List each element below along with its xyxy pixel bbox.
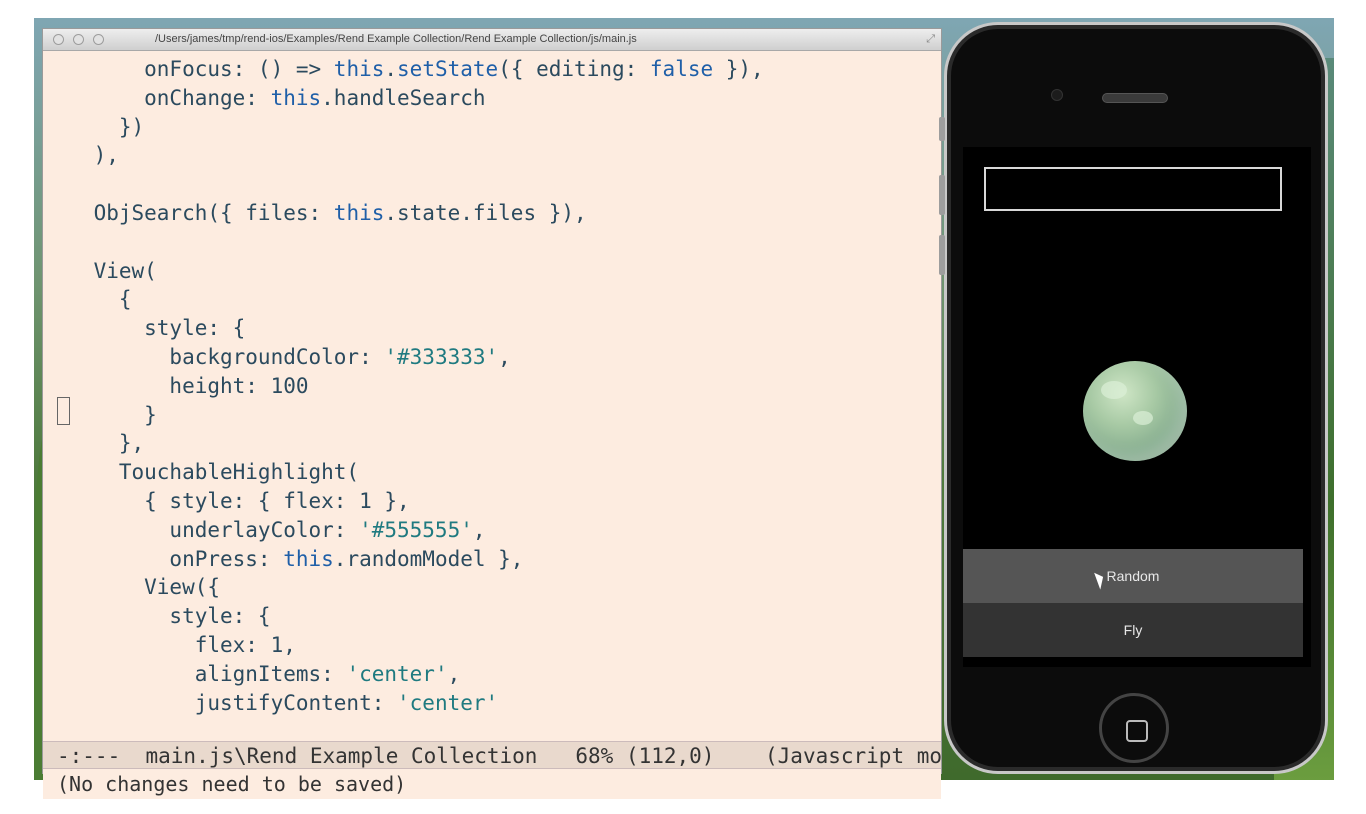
code-keyword: this xyxy=(333,201,385,225)
mute-switch[interactable] xyxy=(939,117,945,141)
code-line: height: 100 xyxy=(43,372,309,400)
code-text: .handleSearch xyxy=(321,85,486,110)
minibuffer[interactable]: (No changes need to be saved) xyxy=(43,769,941,799)
code-line: TouchableHighlight( xyxy=(43,458,359,486)
home-button[interactable] xyxy=(1099,693,1169,763)
code-text: . xyxy=(384,57,398,81)
code-line: View( xyxy=(43,257,157,285)
code-text: .randomModel }, xyxy=(333,546,524,571)
code-line: ObjSearch({ files: this.state.files }), xyxy=(43,199,587,227)
code-line: }, xyxy=(43,429,144,457)
code-line: justifyContent: 'center' xyxy=(43,689,498,717)
minimize-window-button[interactable] xyxy=(73,34,84,45)
code-line: onPress: this.randomModel }, xyxy=(43,545,523,573)
code-line: { xyxy=(43,285,132,313)
code-string: '#555555' xyxy=(359,517,473,542)
window-title: /Users/james/tmp/rend-ios/Examples/Rend … xyxy=(155,33,637,45)
code-text: }) xyxy=(43,114,145,139)
code-text: underlayColor: xyxy=(43,517,360,542)
code-text: .state.files }), xyxy=(384,201,587,225)
code-keyword: this xyxy=(333,57,385,81)
code-text: View( xyxy=(43,258,157,283)
code-line: backgroundColor: '#333333', xyxy=(43,343,511,371)
code-line: onChange: this.handleSearch xyxy=(43,84,486,112)
code-keyword: setState xyxy=(397,57,499,81)
code-text: style: { xyxy=(43,604,271,629)
home-square-icon xyxy=(1126,720,1148,742)
code-string: 'center' xyxy=(346,661,448,686)
code-text: ({ editing: xyxy=(498,57,650,81)
zoom-window-button[interactable] xyxy=(93,34,104,45)
code-line: ), xyxy=(43,141,119,169)
code-string: 'center' xyxy=(397,690,499,715)
code-keyword: this xyxy=(283,546,334,571)
text-cursor xyxy=(57,397,70,425)
code-line: flex: 1, xyxy=(43,631,296,659)
3d-model-view xyxy=(1083,361,1187,461)
code-text: , xyxy=(447,661,461,686)
code-line: alignItems: 'center', xyxy=(43,660,461,688)
volume-up-button[interactable] xyxy=(939,175,945,215)
title-bar[interactable]: /Users/james/tmp/rend-ios/Examples/Rend … xyxy=(43,29,941,51)
code-line: View({ xyxy=(43,573,220,601)
code-string: '#333333' xyxy=(384,345,499,369)
code-text: { style: { flex: 1 }, xyxy=(43,489,410,513)
code-text: }), xyxy=(713,57,764,81)
code-text: { xyxy=(43,287,132,312)
code-text: onChange: xyxy=(43,85,271,110)
volume-down-button[interactable] xyxy=(939,235,945,275)
model-highlight xyxy=(1133,411,1153,425)
code-line: }) xyxy=(43,113,144,141)
code-line: style: { xyxy=(43,602,271,630)
code-text: , xyxy=(498,345,511,369)
search-input[interactable] xyxy=(984,167,1282,211)
emacs-window: /Users/james/tmp/rend-ios/Examples/Rend … xyxy=(42,28,942,799)
code-line: { style: { flex: 1 }, xyxy=(43,487,410,515)
code-text: justifyContent: xyxy=(43,690,398,715)
code-text: View({ xyxy=(43,575,221,600)
code-keyword: this xyxy=(270,85,322,110)
code-line: style: { xyxy=(43,314,245,342)
code-line: underlayColor: '#555555', xyxy=(43,516,486,544)
code-text: }, xyxy=(43,431,145,456)
code-text: alignItems: xyxy=(43,661,347,686)
fly-button[interactable]: Fly xyxy=(963,603,1303,657)
code-text: style: { xyxy=(43,316,246,341)
model-highlight xyxy=(1101,381,1127,399)
phone-screen: Random Fly xyxy=(963,147,1311,667)
close-window-button[interactable] xyxy=(53,34,64,45)
code-line: onFocus: () => this.setState({ editing: … xyxy=(43,55,764,83)
code-editor[interactable]: onFocus: () => this.setState({ editing: … xyxy=(43,53,939,741)
code-text: ObjSearch({ files: xyxy=(43,201,334,225)
iphone-simulator: Random Fly xyxy=(939,22,1328,774)
code-text: height: 100 xyxy=(43,373,309,398)
earpiece-speaker xyxy=(1102,93,1168,103)
code-text: ), xyxy=(43,143,119,168)
front-camera xyxy=(1051,89,1063,101)
random-button[interactable]: Random xyxy=(963,549,1303,603)
code-text: onFocus: () => xyxy=(43,57,334,81)
code-text: , xyxy=(472,517,486,542)
code-keyword: false xyxy=(649,57,714,81)
code-text: onPress: xyxy=(43,546,284,571)
mode-line: -:--- main.js\Rend Example Collection 68… xyxy=(43,741,941,769)
resize-icon[interactable]: ⤢ xyxy=(926,33,935,46)
code-text: TouchableHighlight( xyxy=(43,460,360,485)
code-text: flex: 1, xyxy=(43,633,296,657)
code-text: backgroundColor: xyxy=(43,345,385,369)
